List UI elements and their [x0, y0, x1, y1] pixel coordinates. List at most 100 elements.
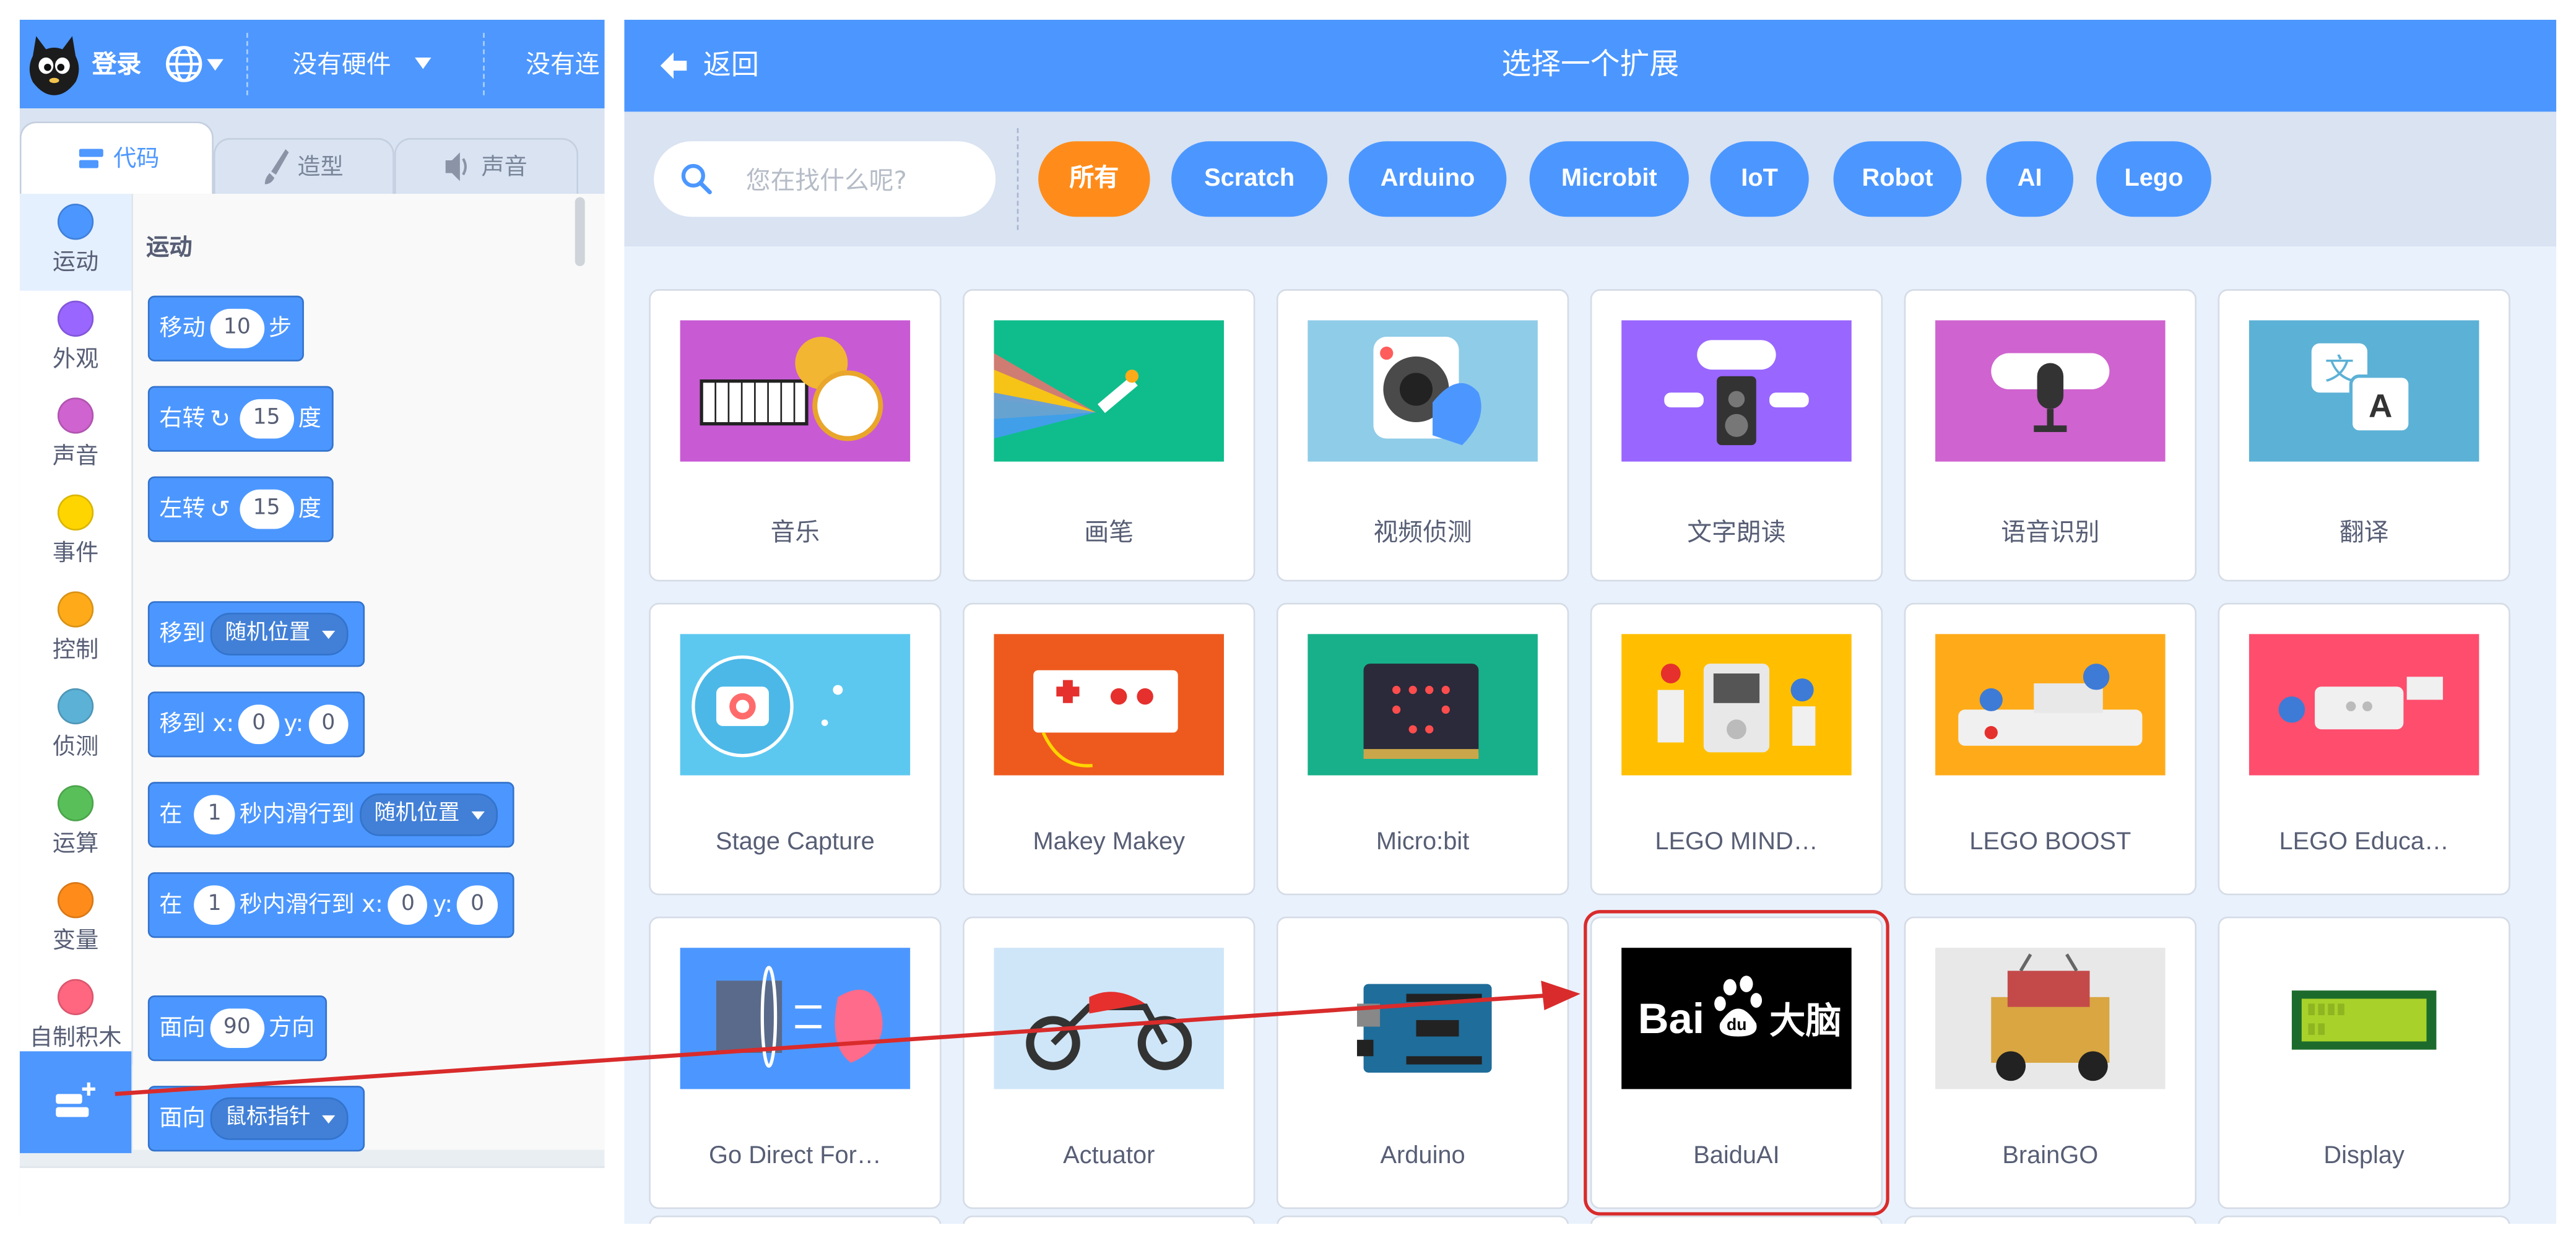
extension-card-partial[interactable]	[649, 1215, 942, 1224]
category-motion[interactable]: 运动	[19, 194, 132, 291]
extension-card-video-sensing[interactable]: 视频侦测	[1276, 289, 1569, 582]
block-dropdown[interactable]: 鼠标指针	[210, 1097, 349, 1140]
extension-card-display[interactable]: Display	[2218, 916, 2510, 1210]
extension-card-arduino[interactable]: Arduino	[1276, 916, 1569, 1210]
block-glide-xy[interactable]: 在 1 秒内滑行到 x: 0 y: 0	[147, 872, 514, 938]
filter-lego[interactable]: Lego	[2096, 141, 2211, 217]
block-goto[interactable]: 移到 随机位置	[147, 601, 365, 667]
filter-microbit[interactable]: Microbit	[1529, 141, 1689, 217]
back-button[interactable]: 返回	[657, 20, 759, 112]
category-looks[interactable]: 外观	[20, 291, 131, 388]
cat-logo-icon[interactable]	[26, 33, 82, 98]
extension-label: Stage Capture	[716, 828, 875, 856]
block-input[interactable]: 0	[457, 885, 498, 925]
category-sound[interactable]: 声音	[20, 387, 131, 485]
search-box[interactable]	[654, 141, 996, 217]
filter-robot[interactable]: Robot	[1833, 141, 1962, 217]
block-input[interactable]: 0	[238, 704, 279, 745]
extension-label: BaiduAI	[1693, 1141, 1780, 1170]
extension-card-speech-recognition[interactable]: 语音识别	[1904, 289, 2197, 582]
editor-tabs: 代码 造型 声音	[19, 108, 605, 194]
block-input[interactable]: 10	[210, 308, 264, 348]
lego-education-image	[2249, 634, 2479, 776]
block-turn-right[interactable]: 右转 ↻ 15 度	[147, 386, 333, 452]
tab-label: 声音	[481, 154, 527, 181]
search-input[interactable]	[742, 154, 987, 207]
login-button[interactable]: 登录	[92, 20, 142, 108]
block-goto-xy[interactable]: 移到 x: 0 y: 0	[147, 691, 365, 758]
extension-library: 选择一个扩展 返回 所有 Scratch Arduino Microbit Io…	[624, 19, 2557, 1224]
extension-card-stage-capture[interactable]: Stage Capture	[649, 602, 942, 896]
extension-card-makey-makey[interactable]: Makey Makey	[963, 602, 1255, 896]
extension-card-partial[interactable]	[1904, 1215, 2197, 1224]
back-label: 返回	[703, 49, 760, 82]
speaker-icon	[445, 152, 467, 181]
globe-icon[interactable]	[164, 45, 204, 84]
rotate-counterclockwise-icon: ↺	[209, 494, 231, 524]
block-glide[interactable]: 在 1 秒内滑行到 随机位置	[147, 782, 514, 848]
block-input[interactable]: 15	[240, 399, 293, 439]
extension-card-text-to-speech[interactable]: 文字朗读	[1590, 289, 1883, 582]
extension-label: LEGO MIND…	[1655, 828, 1818, 856]
extension-card-actuator[interactable]: Actuator	[963, 916, 1255, 1210]
extension-card-braingo[interactable]: BrainGO	[1904, 916, 2197, 1210]
scratch-editor: 登录 没有硬件 没有连 代码 造型 声音 运动 外观 声音 事件 控制 侦测 运…	[19, 19, 605, 1219]
add-extension-button[interactable]	[19, 1051, 132, 1153]
palette-scrollbar[interactable]	[575, 197, 585, 266]
extension-label: Micro:bit	[1376, 828, 1470, 856]
block-input[interactable]: 1	[194, 885, 235, 925]
music-image	[680, 320, 911, 462]
extension-card-baiduai[interactable]: Bai du 大脑 BaiduAI	[1584, 910, 1889, 1216]
extension-card-music[interactable]: 音乐	[649, 289, 942, 582]
block-dropdown[interactable]: 随机位置	[210, 612, 349, 656]
block-input[interactable]: 0	[388, 885, 428, 925]
extension-card-partial[interactable]	[963, 1215, 1255, 1224]
tab-code[interactable]: 代码	[19, 121, 214, 194]
block-input[interactable]: 15	[240, 489, 293, 529]
extension-label: 翻译	[2339, 519, 2389, 547]
extension-card-partial[interactable]	[1590, 1215, 1883, 1224]
category-control[interactable]: 控制	[20, 581, 131, 678]
filter-iot[interactable]: IoT	[1710, 141, 1809, 217]
filter-ai[interactable]: AI	[1986, 141, 2073, 217]
palette-section-title: 运动	[146, 235, 193, 261]
block-dropdown[interactable]: 随机位置	[359, 793, 498, 836]
extension-card-partial[interactable]	[1276, 1215, 1569, 1224]
extension-grid: 音乐 画笔 视频侦测 文字朗读 语音识别 文 A 翻译 Stage Captur…	[624, 246, 2556, 1224]
category-events[interactable]: 事件	[20, 485, 131, 582]
block-move-steps[interactable]: 移动 10 步	[147, 295, 303, 361]
category-variables[interactable]: 变量	[20, 872, 131, 969]
hardware-menu[interactable]: 没有硬件	[292, 20, 391, 108]
extension-card-lego-boost[interactable]: LEGO BOOST	[1904, 602, 2197, 896]
extension-label: 视频侦测	[1373, 519, 1472, 547]
extension-card-go-direct-force[interactable]: Go Direct For…	[649, 916, 942, 1210]
extension-label: 语音识别	[2001, 519, 2100, 547]
tab-sounds[interactable]: 声音	[394, 137, 579, 194]
category-operators[interactable]: 运算	[20, 776, 131, 873]
extension-card-lego-education[interactable]: LEGO Educa…	[2218, 602, 2510, 896]
block-input[interactable]: 90	[210, 1008, 264, 1049]
extension-card-pen[interactable]: 画笔	[963, 289, 1255, 582]
translate-image: 文A	[2249, 320, 2479, 462]
block-turn-left[interactable]: 左转 ↺ 15 度	[147, 476, 333, 542]
filter-all[interactable]: 所有	[1038, 141, 1150, 217]
block-input[interactable]: 0	[308, 704, 349, 745]
filter-arduino[interactable]: Arduino	[1348, 141, 1507, 217]
extension-card-lego-mindstorms[interactable]: LEGO MIND…	[1590, 602, 1883, 896]
extension-card-partial[interactable]	[2218, 1215, 2510, 1224]
pen-image	[994, 320, 1225, 462]
rotate-clockwise-icon: ↻	[209, 404, 231, 434]
extension-card-translate[interactable]: 文A 翻译	[2218, 289, 2510, 582]
filter-scratch[interactable]: Scratch	[1171, 141, 1328, 217]
connection-menu[interactable]: 没有连	[526, 20, 599, 108]
svg-text:A: A	[2369, 388, 2392, 425]
actuator-image	[994, 948, 1225, 1089]
block-point-direction[interactable]: 面向 90 方向	[147, 995, 326, 1062]
block-point-towards[interactable]: 面向 鼠标指针	[147, 1086, 365, 1152]
category-sensing[interactable]: 侦测	[20, 678, 131, 776]
block-input[interactable]: 1	[194, 795, 235, 835]
extension-card-microbit[interactable]: Micro:bit	[1276, 602, 1569, 896]
chevron-down-icon	[415, 57, 432, 69]
svg-text:Bai: Bai	[1638, 995, 1704, 1042]
tab-costumes[interactable]: 造型	[213, 137, 394, 194]
